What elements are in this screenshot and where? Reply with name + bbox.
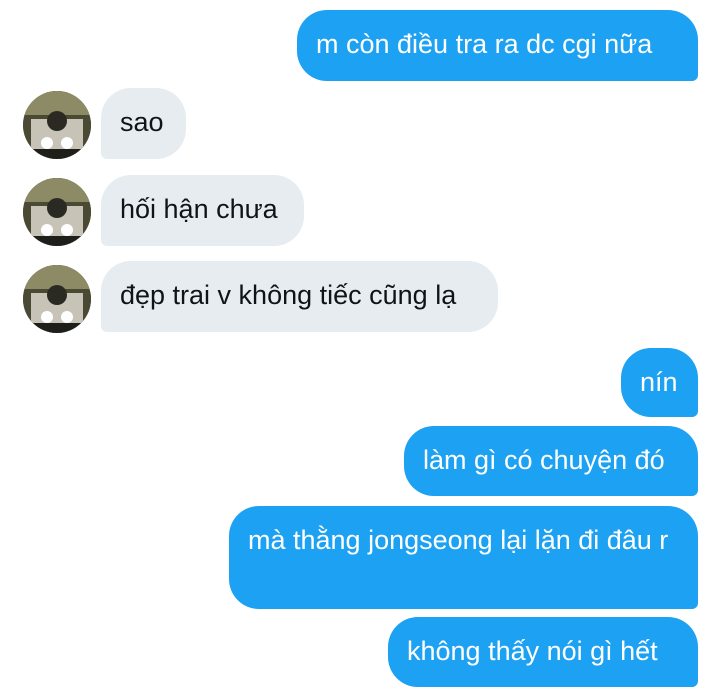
user-avatar[interactable] — [23, 91, 91, 159]
message-bubble-outgoing[interactable]: không thấy nói gì hết — [388, 617, 698, 687]
message-text: m còn điều tra ra dc cgi nữa — [316, 29, 653, 59]
message-bubble-incoming[interactable]: hối hận chưa — [101, 175, 304, 246]
message-text: sao — [120, 107, 164, 137]
message-bubble-outgoing[interactable]: nín — [621, 348, 698, 417]
message-bubble-incoming[interactable]: đẹp trai v không tiếc cũng lạ — [101, 261, 498, 332]
message-text: không thấy nói gì hết — [407, 636, 658, 666]
user-avatar[interactable] — [23, 178, 91, 246]
chat-thread: m còn điều tra ra dc cgi nữa sao hối hận… — [0, 0, 719, 692]
message-text: hối hận chưa — [120, 194, 278, 224]
message-bubble-outgoing[interactable]: mà thằng jongseong lại lặn đi đâu r — [229, 506, 698, 609]
message-text: nín — [640, 367, 678, 397]
user-avatar-icon — [23, 91, 91, 159]
user-avatar[interactable] — [23, 265, 91, 333]
user-avatar-icon — [23, 265, 91, 333]
user-avatar-icon — [23, 178, 91, 246]
message-bubble-incoming[interactable]: sao — [101, 88, 186, 159]
message-bubble-outgoing[interactable]: m còn điều tra ra dc cgi nữa — [297, 10, 698, 81]
message-bubble-outgoing[interactable]: làm gì có chuyện đó — [404, 426, 698, 496]
message-text: mà thằng jongseong lại lặn đi đâu r — [248, 525, 669, 555]
message-text: đẹp trai v không tiếc cũng lạ — [120, 280, 457, 310]
message-text: làm gì có chuyện đó — [423, 445, 665, 475]
